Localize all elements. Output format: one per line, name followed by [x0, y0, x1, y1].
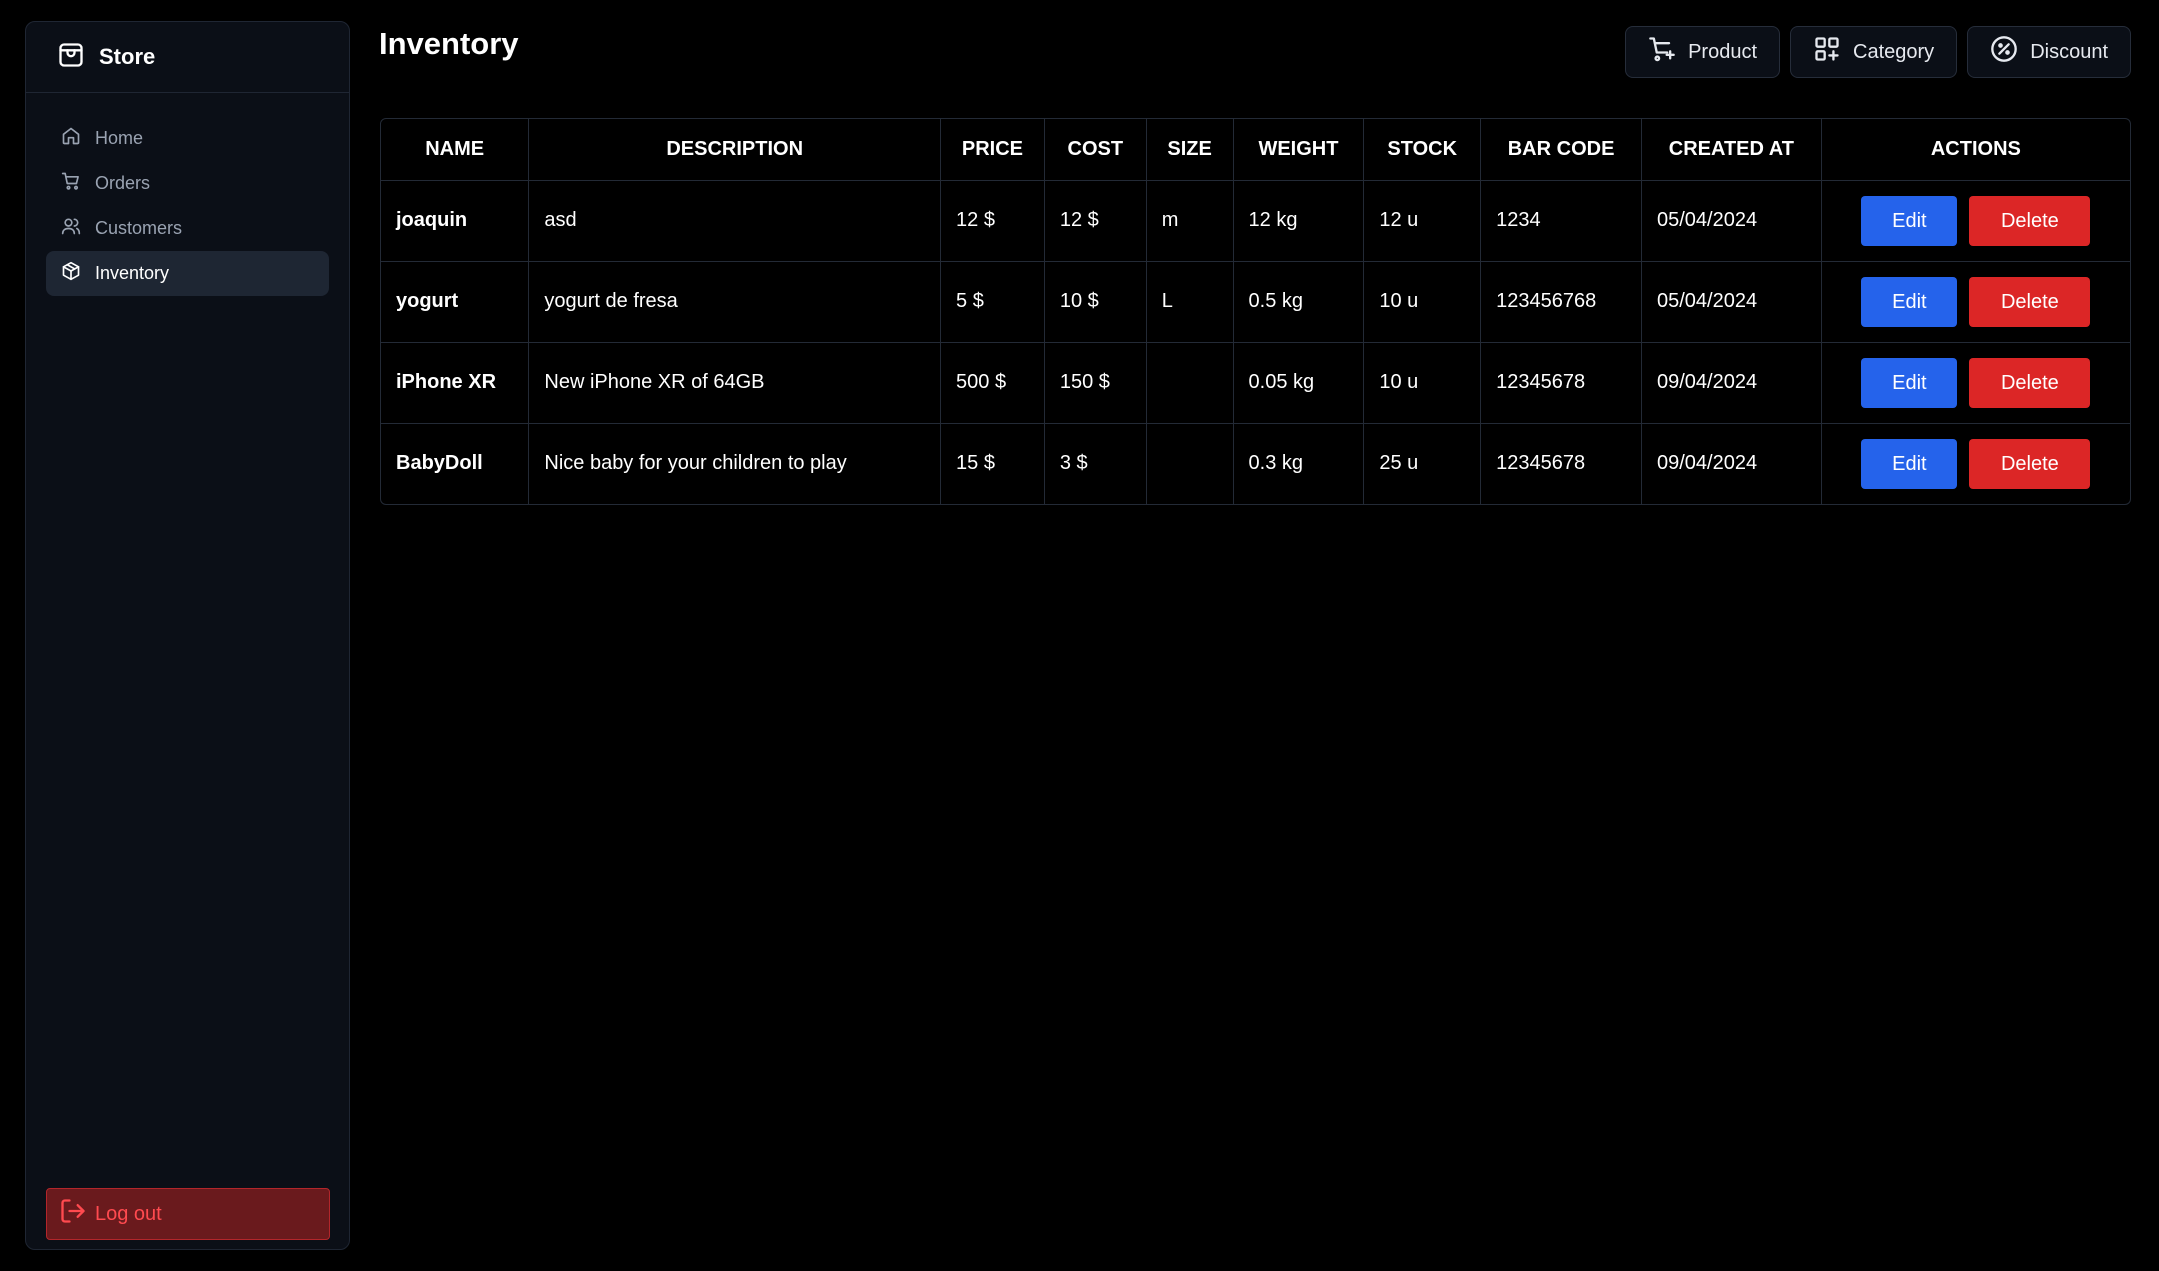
cart-icon — [61, 171, 81, 196]
cell-name: BabyDoll — [381, 423, 530, 504]
column-header-actions: ACTIONS — [1821, 119, 2130, 181]
sidebar-item-customers[interactable]: Customers — [46, 206, 329, 251]
table-row: iPhone XR New iPhone XR of 64GB 500 $ 15… — [381, 342, 2130, 424]
add-category-button[interactable]: Category — [1790, 26, 1958, 78]
cell-created-at: 09/04/2024 — [1641, 342, 1822, 424]
grid-plus-icon — [1813, 35, 1841, 69]
page-title: Inventory — [379, 26, 519, 61]
edit-button[interactable]: Edit — [1861, 357, 1958, 408]
cell-name: yogurt — [381, 261, 530, 343]
cell-price: 5 $ — [940, 261, 1045, 343]
cell-description: asd — [528, 180, 942, 262]
cell-price: 15 $ — [940, 423, 1045, 504]
cell-size — [1146, 342, 1234, 424]
edit-button[interactable]: Edit — [1861, 438, 1958, 489]
cell-name: iPhone XR — [381, 342, 530, 424]
add-product-button[interactable]: Product — [1625, 26, 1781, 78]
edit-button[interactable]: Edit — [1861, 276, 1958, 327]
cell-cost: 150 $ — [1044, 342, 1147, 424]
package-icon — [61, 261, 81, 286]
cart-plus-icon — [1648, 35, 1676, 69]
delete-button[interactable]: Delete — [1969, 438, 2091, 489]
cell-actions: Edit Delete — [1821, 423, 2130, 504]
column-header-stock[interactable]: STOCK — [1363, 119, 1482, 181]
cell-barcode: 12345678 — [1480, 423, 1642, 504]
cell-stock: 12 u — [1363, 180, 1482, 262]
sidebar-item-label: Orders — [95, 173, 151, 193]
sidebar-item-label: Home — [95, 128, 144, 148]
cell-weight: 12 kg — [1233, 180, 1365, 262]
column-header-created-at[interactable]: CREATED AT — [1641, 119, 1822, 181]
column-header-cost[interactable]: COST — [1044, 119, 1147, 181]
cell-weight: 0.3 kg — [1233, 423, 1365, 504]
cell-cost: 12 $ — [1044, 180, 1147, 262]
sidebar-nav: Home Orders Customers Inventory — [26, 93, 349, 296]
add-product-label: Product — [1688, 40, 1758, 63]
delete-button[interactable]: Delete — [1969, 276, 2091, 327]
sidebar-item-inventory[interactable]: Inventory — [46, 251, 329, 296]
cell-actions: Edit Delete — [1821, 342, 2130, 424]
inventory-table: NAME DESCRIPTION PRICE COST SIZE WEIGHT … — [381, 119, 2130, 504]
cell-weight: 0.5 kg — [1233, 261, 1365, 343]
table-header-row: NAME DESCRIPTION PRICE COST SIZE WEIGHT … — [381, 119, 2130, 181]
brand-name: Store — [99, 44, 156, 69]
column-header-barcode[interactable]: BAR CODE — [1480, 119, 1642, 181]
cell-description: Nice baby for your children to play — [528, 423, 942, 504]
cell-size: L — [1146, 261, 1234, 343]
cell-actions: Edit Delete — [1821, 261, 2130, 343]
cell-cost: 10 $ — [1044, 261, 1147, 343]
inventory-table-container: NAME DESCRIPTION PRICE COST SIZE WEIGHT … — [380, 118, 2131, 505]
cell-stock: 25 u — [1363, 423, 1482, 504]
cell-created-at: 05/04/2024 — [1641, 180, 1822, 262]
add-discount-label: Discount — [2030, 40, 2108, 63]
cell-actions: Edit Delete — [1821, 180, 2130, 262]
table-row: BabyDoll Nice baby for your children to … — [381, 423, 2130, 504]
column-header-weight[interactable]: WEIGHT — [1233, 119, 1365, 181]
cell-size — [1146, 423, 1234, 504]
edit-button[interactable]: Edit — [1861, 195, 1958, 246]
logout-icon — [59, 1197, 87, 1231]
cell-barcode: 123456768 — [1480, 261, 1642, 343]
column-header-price[interactable]: PRICE — [940, 119, 1045, 181]
add-category-label: Category — [1853, 40, 1935, 63]
cell-barcode: 12345678 — [1480, 342, 1642, 424]
column-header-size[interactable]: SIZE — [1146, 119, 1234, 181]
cell-description: New iPhone XR of 64GB — [528, 342, 942, 424]
sidebar-item-label: Inventory — [95, 263, 170, 283]
delete-button[interactable]: Delete — [1969, 195, 2091, 246]
delete-button[interactable]: Delete — [1969, 357, 2091, 408]
sidebar-item-orders[interactable]: Orders — [46, 161, 329, 206]
logout-label: Log out — [95, 1202, 162, 1225]
column-header-name[interactable]: NAME — [381, 119, 530, 181]
table-row: yogurt yogurt de fresa 5 $ 10 $ L 0.5 kg… — [381, 261, 2130, 343]
cell-weight: 0.05 kg — [1233, 342, 1365, 424]
cell-description: yogurt de fresa — [528, 261, 942, 343]
table-row: joaquin asd 12 $ 12 $ m 12 kg 12 u 1234 … — [381, 180, 2130, 262]
toolbar: Product Category Discount — [1625, 26, 2131, 78]
sidebar-header: Store — [26, 22, 349, 93]
sidebar-item-home[interactable]: Home — [46, 116, 329, 161]
cell-created-at: 05/04/2024 — [1641, 261, 1822, 343]
column-header-description[interactable]: DESCRIPTION — [528, 119, 942, 181]
store-icon — [57, 41, 85, 74]
add-discount-button[interactable]: Discount — [1967, 26, 2131, 78]
cell-name: joaquin — [381, 180, 530, 262]
cell-size: m — [1146, 180, 1234, 262]
sidebar: Store Home Orders Customers Inventory Lo… — [25, 21, 350, 1250]
sidebar-item-label: Customers — [95, 218, 183, 238]
cell-price: 500 $ — [940, 342, 1045, 424]
cell-barcode: 1234 — [1480, 180, 1642, 262]
users-icon — [61, 216, 81, 241]
cell-created-at: 09/04/2024 — [1641, 423, 1822, 504]
cell-price: 12 $ — [940, 180, 1045, 262]
logout-button[interactable]: Log out — [46, 1188, 330, 1240]
cell-cost: 3 $ — [1044, 423, 1147, 504]
cell-stock: 10 u — [1363, 342, 1482, 424]
percent-icon — [1990, 35, 2018, 69]
home-icon — [61, 126, 81, 151]
cell-stock: 10 u — [1363, 261, 1482, 343]
